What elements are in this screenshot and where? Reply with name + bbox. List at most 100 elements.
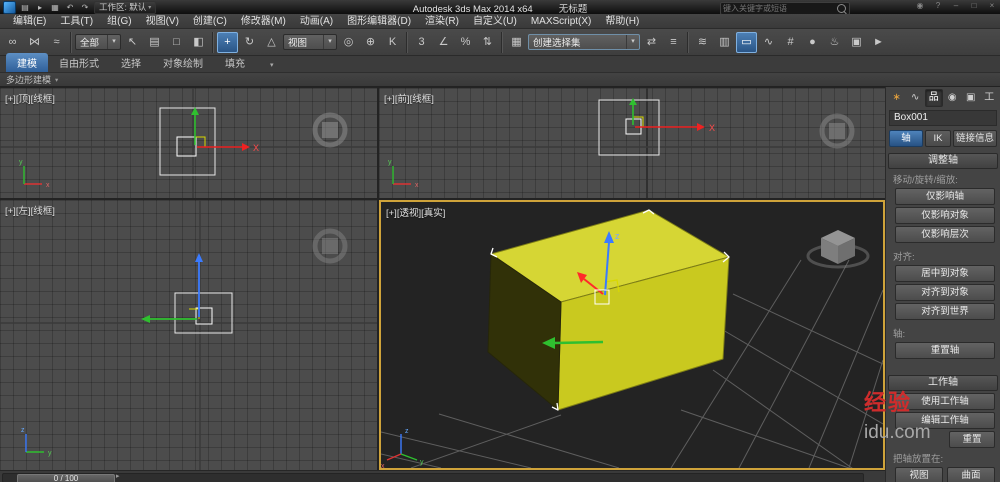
layer-manager-icon[interactable]: ≋ [692, 32, 713, 53]
reset-pivot-button[interactable]: 重置轴 [895, 342, 995, 359]
display-tab-icon[interactable]: ▣ [962, 89, 980, 107]
create-tab-icon[interactable]: ∗ [888, 89, 906, 107]
viewport-left[interactable]: [+][左][线框] y z [0, 200, 377, 470]
minimize-icon[interactable]: – [950, 1, 962, 10]
box-wireframe[interactable] [159, 107, 216, 176]
named-selection-dropdown[interactable]: 创建选择集 ▾ [528, 34, 640, 50]
use-working-pivot-button[interactable]: 使用工作轴 [895, 393, 995, 410]
object-name-field[interactable]: Box001 [889, 110, 997, 126]
new-scene-icon[interactable]: ▤ [19, 2, 31, 13]
maximize-icon[interactable]: □ [968, 1, 980, 10]
affect-object-only-button[interactable]: 仅影响对象 [895, 207, 995, 224]
ribbon-tab-populate[interactable]: 填充 [214, 53, 256, 72]
align-icon[interactable]: ≡ [663, 32, 684, 53]
reference-coordinate-dropdown[interactable]: 视图 ▾ [283, 34, 337, 50]
spinner-snap-icon[interactable]: ⇅ [477, 32, 498, 53]
help-icon[interactable]: ? [932, 1, 944, 10]
next-frame-icon[interactable]: ▸ [116, 472, 120, 480]
affect-pivot-only-button[interactable]: 仅影响轴 [895, 188, 995, 205]
place-pivot-view-button[interactable]: 视图 [895, 467, 943, 482]
select-and-scale-icon[interactable]: △ [261, 32, 282, 53]
viewport-front[interactable]: [+][前][线框] X x y [379, 88, 885, 198]
menu-edit[interactable]: 编辑(E) [6, 14, 53, 29]
ribbon-tab-selection[interactable]: 选择 [110, 53, 152, 72]
viewcube[interactable] [806, 230, 870, 269]
mirror-icon[interactable]: ⇄ [641, 32, 662, 53]
motion-tab-icon[interactable]: ◉ [944, 89, 962, 107]
select-by-name-icon[interactable]: ▤ [144, 32, 165, 53]
menu-help[interactable]: 帮助(H) [598, 14, 646, 29]
menu-modifiers[interactable]: 修改器(M) [234, 14, 293, 29]
undo-icon[interactable]: ↶ [64, 2, 76, 13]
select-object-icon[interactable]: ↖ [122, 32, 143, 53]
viewport-perspective[interactable]: [+][透视][真实] z z y x [379, 200, 885, 470]
keyboard-override-icon[interactable]: K [382, 32, 403, 53]
curve-editor-icon[interactable]: ∿ [758, 32, 779, 53]
box-wireframe[interactable] [174, 292, 233, 334]
select-and-link-icon[interactable]: ∞ [2, 32, 23, 53]
working-pivot-rollout-header[interactable]: 工作轴 [888, 375, 998, 391]
percent-snap-icon[interactable]: % [455, 32, 476, 53]
save-file-icon[interactable]: ▦ [49, 2, 61, 13]
ribbon-panel-polygon-modeling[interactable]: 多边形建模 [6, 73, 51, 86]
bind-to-space-warp-icon[interactable]: ≈ [46, 32, 67, 53]
link-info-subtab[interactable]: 链接信息 [953, 130, 997, 147]
search-input[interactable] [721, 3, 837, 13]
sign-in-icon[interactable]: ◉ [914, 1, 926, 10]
time-slider-track[interactable]: 0 / 100 [2, 473, 864, 482]
menu-customize[interactable]: 自定义(U) [466, 14, 524, 29]
viewcube[interactable] [312, 112, 348, 148]
center-to-object-button[interactable]: 居中到对象 [895, 265, 995, 282]
rendered-frame-window-icon[interactable]: ▣ [846, 32, 867, 53]
ribbon-tab-modeling[interactable]: 建模 [6, 53, 48, 72]
graphite-ribbon-toggle-icon[interactable]: ▭ [736, 31, 757, 53]
menu-rendering[interactable]: 渲染(R) [418, 14, 466, 29]
selection-filter-dropdown[interactable]: 全部 ▾ [75, 34, 121, 50]
use-pivot-point-center-icon[interactable]: ◎ [338, 32, 359, 53]
menu-views[interactable]: 视图(V) [139, 14, 186, 29]
render-setup-icon[interactable]: ♨ [824, 32, 845, 53]
viewport-top[interactable]: [+][顶][线框] X x y [0, 88, 377, 198]
edit-named-selection-sets-icon[interactable]: ▦ [506, 32, 527, 53]
angle-snap-icon[interactable]: ∠ [433, 32, 454, 53]
select-and-rotate-icon[interactable]: ↻ [239, 32, 260, 53]
snap-toggle-icon[interactable]: 3 [411, 32, 432, 53]
menu-group[interactable]: 组(G) [100, 14, 138, 29]
layer-explorer-icon[interactable]: ▥ [714, 32, 735, 53]
reset-working-pivot-button[interactable]: 重置 [949, 431, 995, 448]
menu-animation[interactable]: 动画(A) [293, 14, 340, 29]
menu-create[interactable]: 创建(C) [186, 14, 234, 29]
adjust-pivot-rollout-header[interactable]: 调整轴 [888, 153, 998, 169]
edit-working-pivot-button[interactable]: 编辑工作轴 [895, 412, 995, 429]
help-search-box[interactable] [720, 1, 850, 15]
schematic-view-icon[interactable]: # [780, 32, 801, 53]
pivot-subtab[interactable]: 轴 [889, 130, 923, 147]
unlink-selection-icon[interactable]: ⋈ [24, 32, 45, 53]
place-pivot-surface-button[interactable]: 曲面 [947, 467, 995, 482]
time-slider-handle[interactable]: 0 / 100 [17, 474, 115, 482]
select-and-manipulate-icon[interactable]: ⊕ [360, 32, 381, 53]
open-file-icon[interactable]: ▸ [34, 2, 46, 13]
application-menu-icon[interactable] [3, 0, 16, 14]
menu-graph-editors[interactable]: 图形编辑器(D) [340, 14, 418, 29]
menu-tools[interactable]: 工具(T) [53, 14, 100, 29]
render-production-icon[interactable]: ► [868, 32, 889, 53]
ribbon-tab-freeform[interactable]: 自由形式 [48, 53, 110, 72]
align-to-world-button[interactable]: 对齐到世界 [895, 303, 995, 320]
material-editor-icon[interactable]: ● [802, 32, 823, 53]
utilities-tab-icon[interactable]: 工 [981, 89, 999, 107]
modify-tab-icon[interactable]: ∿ [907, 89, 925, 107]
hierarchy-tab-icon[interactable]: 品 [925, 89, 943, 107]
viewcube[interactable] [819, 113, 855, 149]
viewport-front-label[interactable]: [+][前][线框] [384, 91, 434, 105]
affect-hierarchy-only-button[interactable]: 仅影响层次 [895, 226, 995, 243]
window-crossing-icon[interactable]: ◧ [188, 32, 209, 53]
viewport-perspective-label[interactable]: [+][透视][真实] [386, 205, 445, 219]
select-and-move-icon[interactable]: + [217, 31, 238, 53]
close-icon[interactable]: × [986, 1, 998, 10]
ik-subtab[interactable]: IK [925, 130, 951, 147]
align-to-object-button[interactable]: 对齐到对象 [895, 284, 995, 301]
move-gizmo[interactable]: X [191, 107, 259, 153]
menu-maxscript[interactable]: MAXScript(X) [524, 14, 599, 29]
rectangular-selection-region-icon[interactable]: □ [166, 32, 187, 53]
